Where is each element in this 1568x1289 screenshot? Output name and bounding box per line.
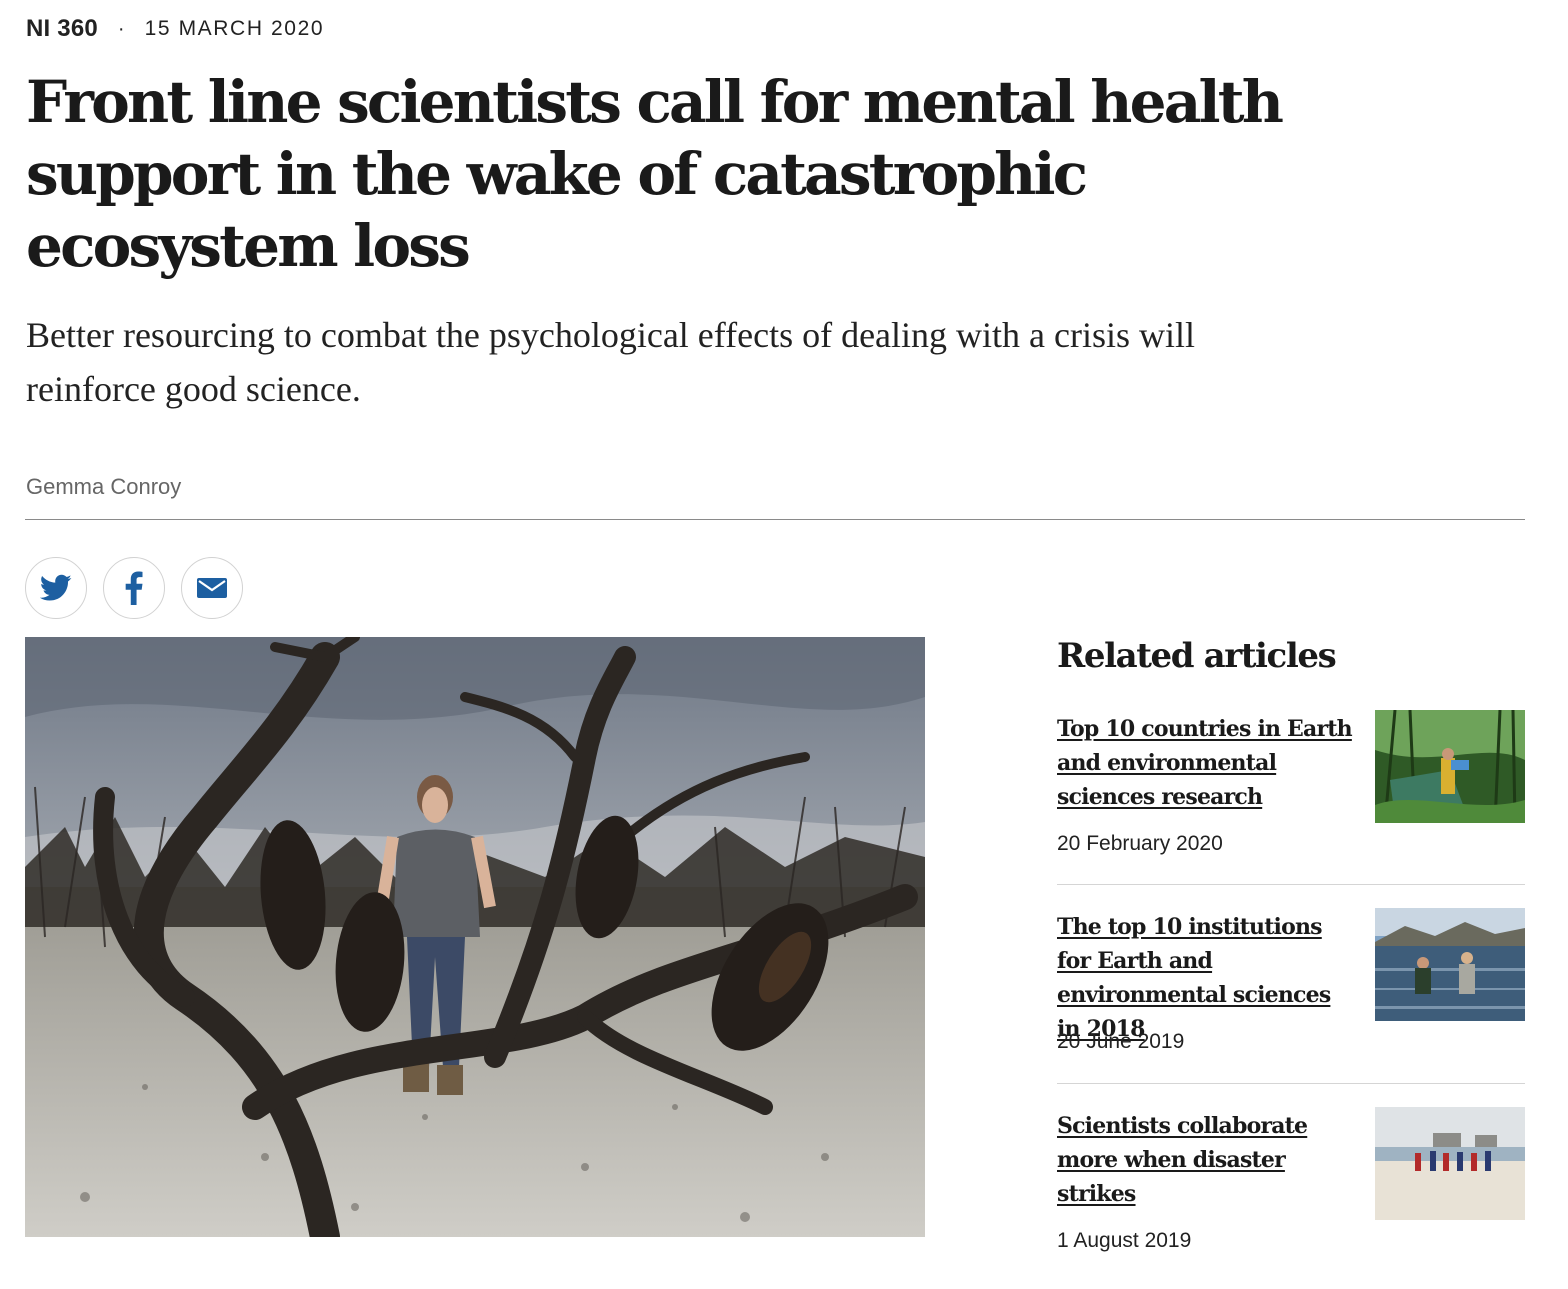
share-email-button[interactable] bbox=[181, 557, 243, 619]
related-item-link[interactable]: Top 10 countries in Earth and environmen… bbox=[1057, 712, 1357, 814]
related-item[interactable]: Scientists collaborate more when disaste… bbox=[1057, 1107, 1525, 1289]
related-item-link[interactable]: Scientists collaborate more when disaste… bbox=[1057, 1109, 1357, 1211]
header-divider bbox=[25, 519, 1525, 520]
related-item[interactable]: Top 10 countries in Earth and environmen… bbox=[1057, 710, 1525, 892]
related-articles: Related articles Top 10 countries in Ear… bbox=[1057, 633, 1525, 1252]
series-label[interactable]: NI 360 bbox=[26, 15, 98, 43]
kicker-separator: · bbox=[117, 17, 125, 40]
article-kicker: NI 360 · 15 MARCH 2020 bbox=[26, 14, 324, 44]
publish-date: 15 MARCH 2020 bbox=[144, 17, 325, 40]
related-item[interactable]: The top 10 institutions for Earth and en… bbox=[1057, 908, 1525, 1090]
share-facebook-button[interactable] bbox=[103, 557, 165, 619]
related-item-link[interactable]: The top 10 institutions for Earth and en… bbox=[1057, 910, 1357, 1046]
related-item-date: 20 June 2019 bbox=[1057, 1030, 1185, 1053]
related-item-date: 20 February 2020 bbox=[1057, 832, 1223, 855]
share-bar bbox=[25, 557, 243, 619]
related-thumbnail[interactable] bbox=[1375, 908, 1525, 1021]
twitter-icon bbox=[40, 574, 72, 601]
related-thumbnail[interactable] bbox=[1375, 1107, 1525, 1220]
page-title: Front line scientists call for mental he… bbox=[26, 68, 1284, 280]
related-divider bbox=[1057, 884, 1525, 885]
share-twitter-button[interactable] bbox=[25, 557, 87, 619]
email-icon bbox=[197, 578, 227, 598]
related-heading: Related articles bbox=[1057, 636, 1337, 676]
related-thumbnail[interactable] bbox=[1375, 710, 1525, 823]
author-byline[interactable]: Gemma Conroy bbox=[26, 474, 181, 500]
facebook-icon bbox=[125, 571, 143, 605]
hero-image bbox=[25, 637, 925, 1237]
related-item-date: 1 August 2019 bbox=[1057, 1229, 1192, 1252]
related-divider bbox=[1057, 1083, 1525, 1084]
standfirst: Better resourcing to combat the psycholo… bbox=[26, 315, 1195, 409]
